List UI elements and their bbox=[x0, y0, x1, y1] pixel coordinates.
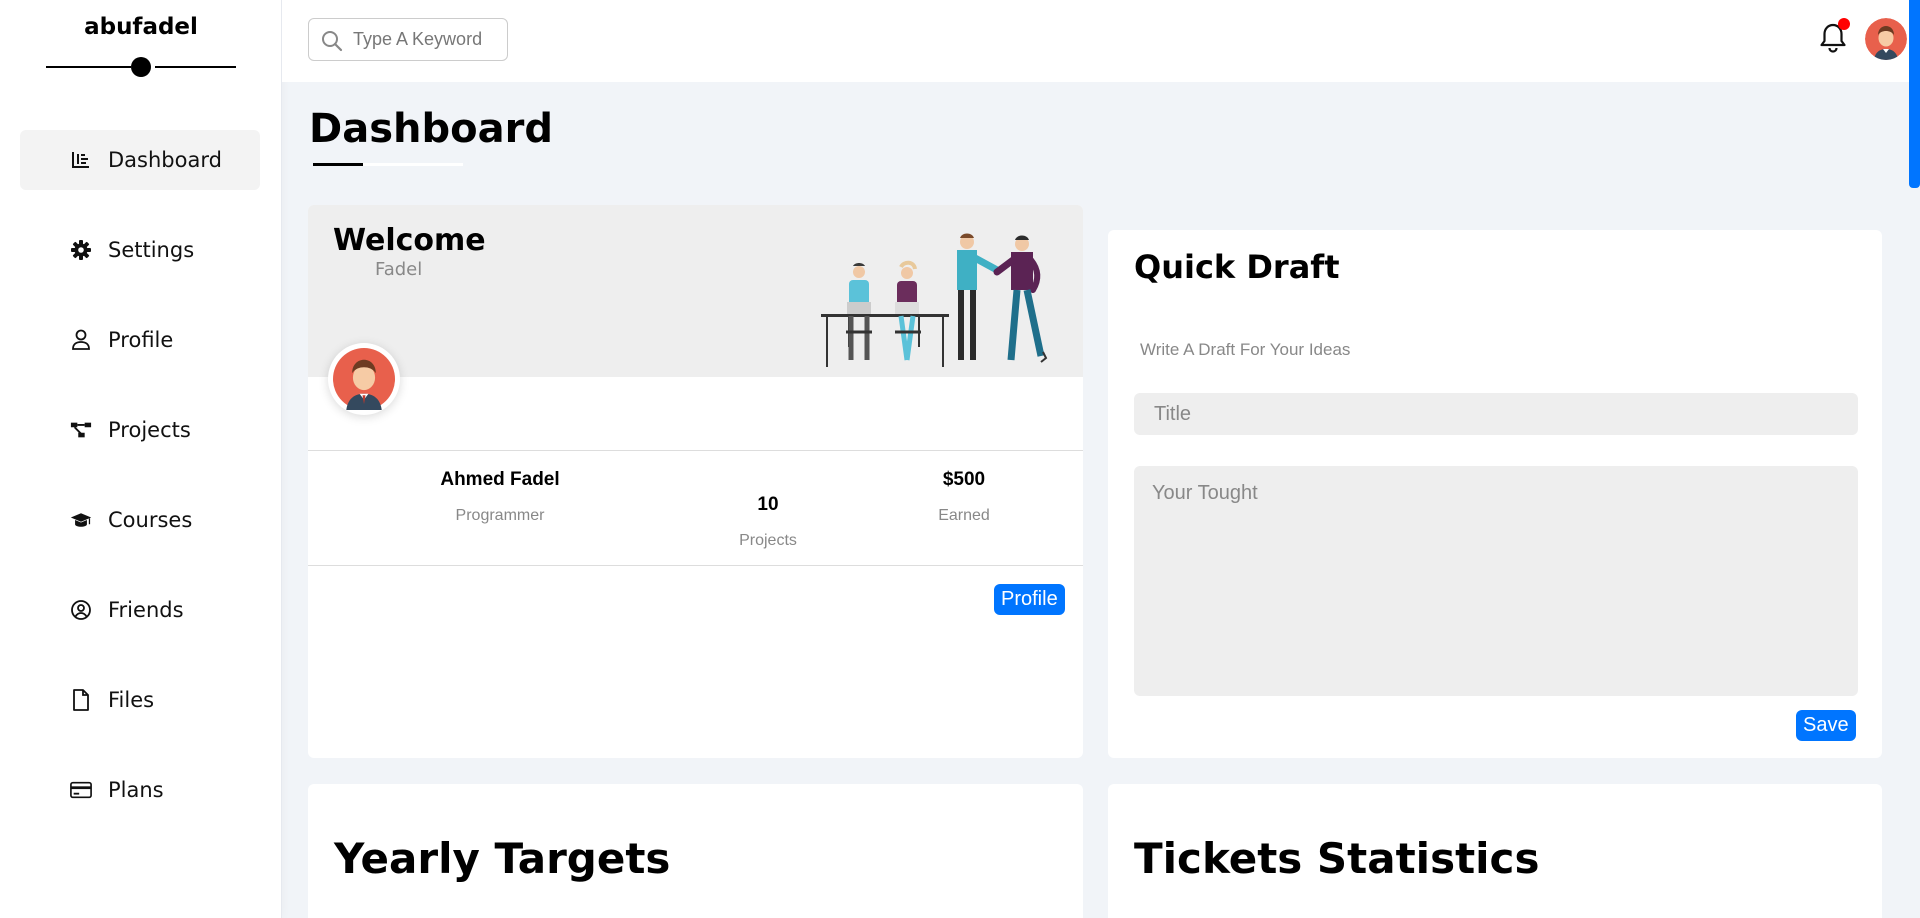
quick-draft-title: Quick Draft bbox=[1134, 248, 1340, 286]
draft-title-input[interactable] bbox=[1134, 393, 1858, 435]
welcome-card: Welcome Fadel Ahmed Fadel Programmer 10 … bbox=[308, 205, 1083, 758]
page-title: Dashboard bbox=[309, 106, 553, 152]
stat-label: Programmer bbox=[455, 507, 545, 524]
user-circle-icon bbox=[70, 599, 92, 621]
sidebar-item-label: Plans bbox=[108, 778, 164, 802]
top-header bbox=[282, 0, 1920, 82]
stat-label: Earned bbox=[938, 507, 990, 524]
sidebar-item-label: Files bbox=[108, 688, 155, 712]
stat-label: Projects bbox=[739, 532, 797, 549]
profile-button[interactable]: Profile bbox=[994, 584, 1065, 615]
sidebar-item-label: Settings bbox=[108, 238, 195, 262]
team-illustration bbox=[821, 233, 1048, 367]
search-input[interactable] bbox=[353, 29, 503, 50]
bell-icon bbox=[1818, 23, 1848, 58]
sidebar-item-courses[interactable]: Courses bbox=[20, 490, 260, 550]
save-button[interactable]: Save bbox=[1796, 710, 1856, 741]
sidebar-item-dashboard[interactable]: Dashboard bbox=[20, 130, 260, 190]
stat-name: Ahmed Fadel Programmer bbox=[370, 469, 630, 525]
tickets-statistics-title: Tickets Statistics bbox=[1134, 834, 1540, 883]
sidebar-item-label: Courses bbox=[108, 508, 193, 532]
search-icon bbox=[321, 30, 343, 56]
notification-dot bbox=[1838, 18, 1850, 30]
welcome-banner: Welcome Fadel bbox=[308, 205, 1083, 377]
welcome-username: Fadel bbox=[375, 259, 423, 280]
draft-body-textarea[interactable] bbox=[1134, 466, 1858, 696]
file-icon bbox=[70, 689, 92, 711]
quick-draft-subtitle: Write A Draft For Your Ideas bbox=[1140, 340, 1351, 359]
graduation-cap-icon bbox=[70, 509, 92, 531]
avatar-icon bbox=[1865, 18, 1907, 60]
welcome-avatar bbox=[328, 343, 400, 415]
chart-icon bbox=[70, 149, 92, 171]
divider bbox=[308, 450, 1083, 451]
gear-icon bbox=[70, 239, 92, 261]
stat-value: $500 bbox=[942, 469, 986, 490]
sidebar-item-plans[interactable]: Plans bbox=[20, 760, 260, 820]
yearly-targets-card: Yearly Targets bbox=[308, 784, 1083, 918]
stat-value: Ahmed Fadel bbox=[440, 469, 560, 490]
yearly-targets-title: Yearly Targets bbox=[334, 834, 671, 883]
title-underline-accent bbox=[313, 163, 363, 166]
sidebar-item-label: Friends bbox=[108, 598, 184, 622]
sidebar-item-friends[interactable]: Friends bbox=[20, 580, 260, 640]
sidebar-item-label: Profile bbox=[108, 328, 174, 352]
brand-divider-right bbox=[155, 66, 236, 68]
diagram-icon bbox=[70, 419, 92, 441]
divider bbox=[308, 565, 1083, 566]
sidebar-item-files[interactable]: Files bbox=[20, 670, 260, 730]
welcome-title: Welcome bbox=[333, 223, 486, 258]
brand-divider-left bbox=[46, 66, 131, 68]
sidebar-nav: Dashboard Settings Profile Projects Cour… bbox=[20, 130, 260, 850]
tickets-statistics-card: Tickets Statistics bbox=[1108, 784, 1882, 918]
search-box bbox=[308, 18, 508, 61]
avatar-icon bbox=[333, 348, 395, 410]
stat-earned: $500 Earned bbox=[834, 469, 1083, 525]
credit-card-icon bbox=[70, 779, 92, 801]
quick-draft-card: Quick Draft Write A Draft For Your Ideas… bbox=[1108, 230, 1882, 758]
brand-name: abufadel bbox=[84, 14, 198, 40]
sidebar-item-profile[interactable]: Profile bbox=[20, 310, 260, 370]
sidebar-item-settings[interactable]: Settings bbox=[20, 220, 260, 280]
scrollbar-thumb[interactable] bbox=[1909, 0, 1920, 188]
user-icon bbox=[70, 329, 92, 351]
user-avatar-button[interactable] bbox=[1865, 18, 1907, 60]
brand-divider-dot bbox=[131, 57, 151, 77]
sidebar: abufadel Dashboard Settings Profile Proj… bbox=[0, 0, 282, 918]
sidebar-item-label: Dashboard bbox=[108, 148, 222, 172]
sidebar-item-label: Projects bbox=[108, 418, 191, 442]
sidebar-item-projects[interactable]: Projects bbox=[20, 400, 260, 460]
notification-button[interactable] bbox=[1818, 18, 1850, 58]
